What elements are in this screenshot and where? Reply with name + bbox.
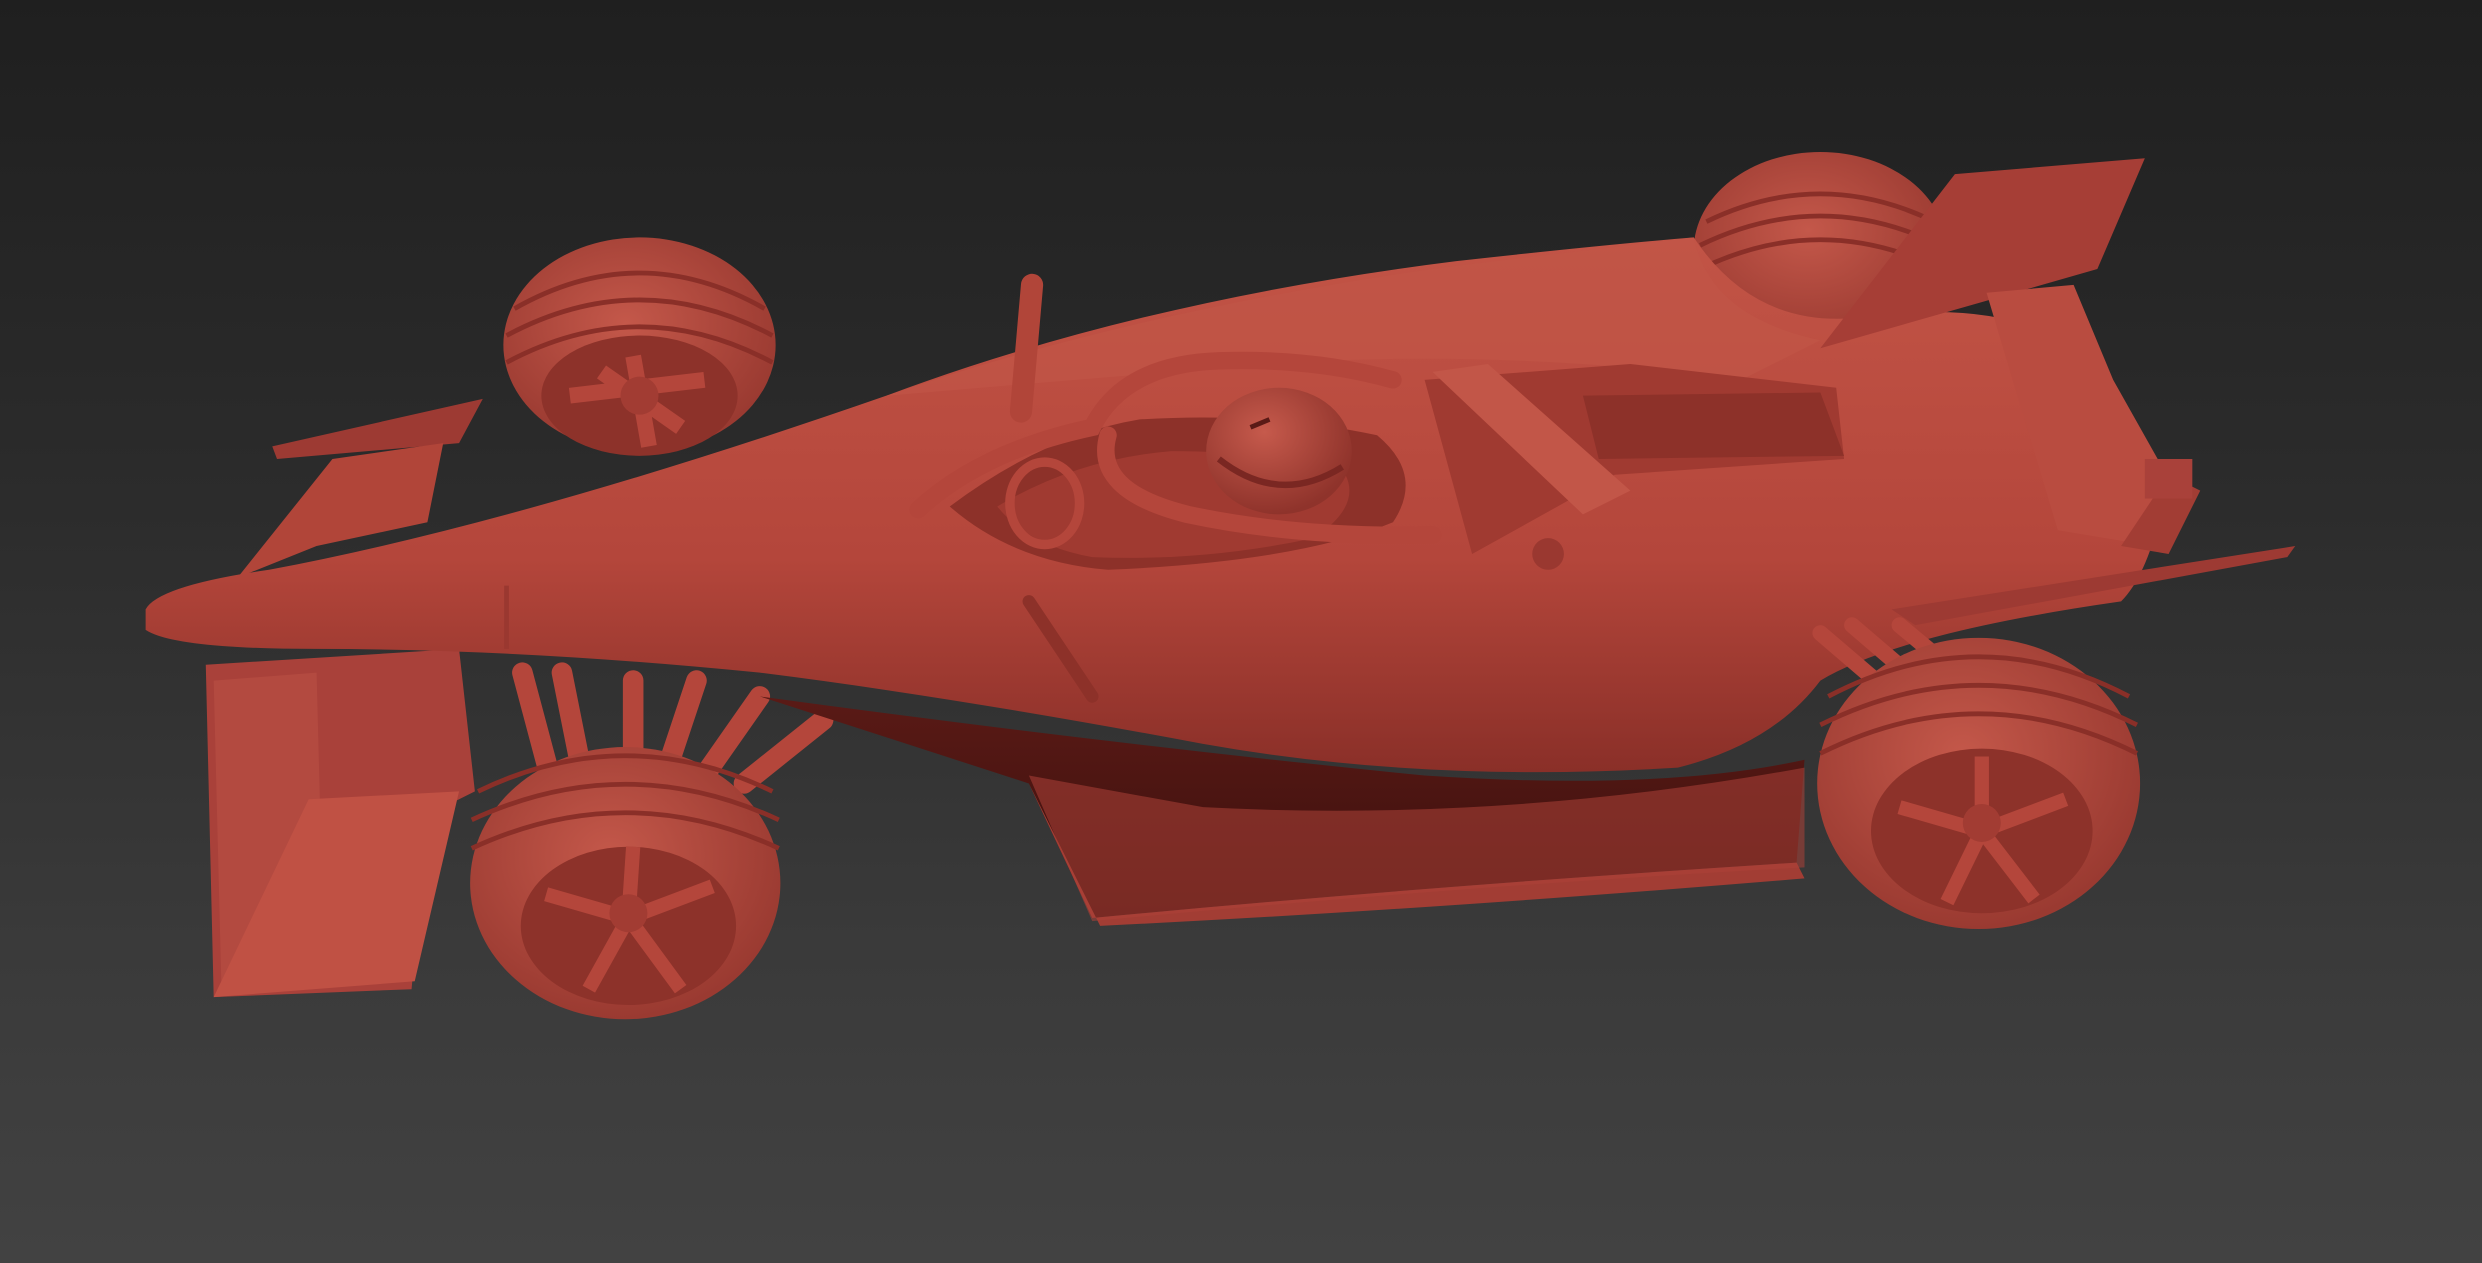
race-car-model[interactable] — [0, 0, 2482, 1263]
front-right-wheel — [470, 747, 781, 1020]
front-wing — [205, 398, 483, 998]
3d-viewport[interactable] — [0, 0, 2482, 1263]
driver-helmet — [1206, 387, 1352, 515]
front-left-wheel — [503, 237, 776, 456]
rear-right-wheel — [1817, 637, 2141, 930]
